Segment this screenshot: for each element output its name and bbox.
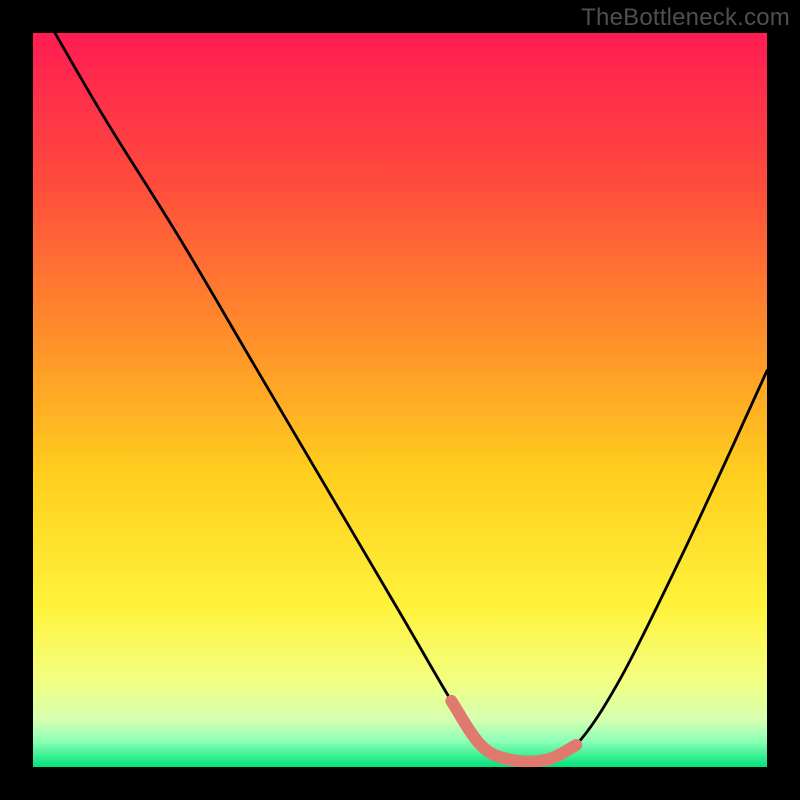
plot-area	[33, 33, 767, 767]
bottleneck-chart	[33, 33, 767, 767]
gradient-background	[33, 33, 767, 767]
chart-frame: TheBottleneck.com	[0, 0, 800, 800]
watermark-text: TheBottleneck.com	[581, 4, 790, 32]
